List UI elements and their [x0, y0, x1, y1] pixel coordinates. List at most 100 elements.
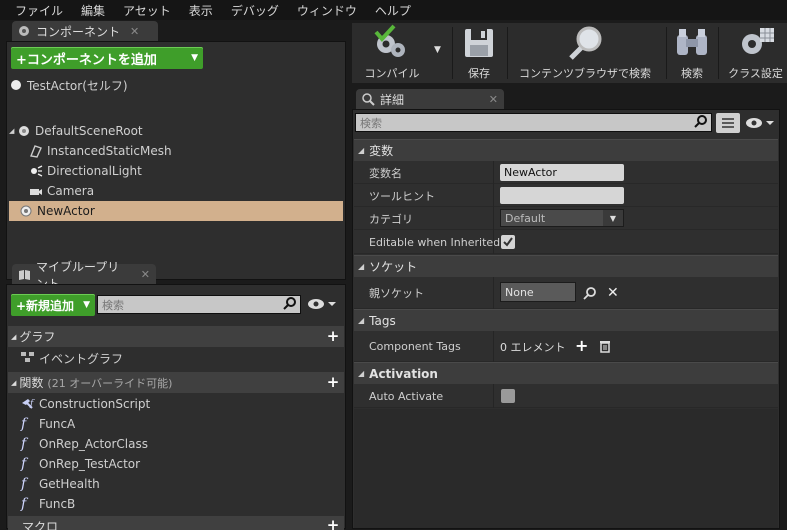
details-panel: 検索 ◢ 変数 変数名 NewActor ツールヒント カテゴリ Default…: [352, 109, 780, 529]
variable-name-row: 変数名 NewActor: [354, 161, 778, 184]
column-divider: [493, 184, 494, 207]
add-macro-button[interactable]: +: [326, 518, 340, 530]
function-icon: f: [21, 456, 27, 472]
check-icon: [503, 237, 513, 247]
svg-text:f: f: [29, 399, 35, 409]
add-new-label: +新規追加: [16, 298, 75, 313]
compile-label: コンパイル: [364, 67, 420, 80]
chevron-down-icon: ◢: [9, 127, 15, 135]
menu-asset[interactable]: アセット: [114, 2, 180, 19]
compile-icon: [370, 23, 414, 63]
function-item[interactable]: f ConstructionScript: [21, 394, 150, 414]
tags-section-header[interactable]: ◢ Tags: [354, 309, 778, 331]
editable-when-inherited-row: Editable when Inherited: [354, 230, 778, 254]
eye-icon[interactable]: [307, 297, 337, 314]
right-column: コンパイル ▼ 保存 コンテンツブラウザで検索 検索 クラス設定 詳細 ✕ 検索…: [350, 20, 787, 529]
tree-label: InstancedStaticMesh: [47, 144, 172, 158]
components-panel: +コンポーネントを追加 ▼ TestActor(セルフ) ◢ DefaultSc…: [6, 41, 346, 280]
class-settings-button[interactable]: クラス設定: [724, 23, 787, 83]
graph-section-header[interactable]: ◢ グラフ +: [8, 326, 344, 347]
menu-edit[interactable]: 編集: [72, 2, 114, 19]
save-icon: [457, 23, 501, 63]
macros-section-header[interactable]: マクロ +: [8, 516, 344, 530]
event-graph-item[interactable]: イベントグラフ: [21, 348, 123, 368]
menu-file[interactable]: ファイル: [6, 2, 72, 19]
tree-item-newactor[interactable]: NewActor: [9, 201, 343, 221]
column-divider: [493, 230, 494, 254]
tree-item-defaultsceneroot[interactable]: ◢ DefaultSceneRoot: [9, 121, 343, 141]
add-graph-button[interactable]: +: [326, 329, 340, 344]
functions-note: (21 オーバーライド可能): [47, 376, 173, 390]
content-browser-button[interactable]: コンテンツブラウザで検索: [510, 23, 660, 83]
details-search-input[interactable]: 検索: [355, 113, 712, 132]
search-icon[interactable]: [583, 286, 597, 303]
chevron-down-icon: ▼: [603, 210, 623, 226]
function-label: FuncA: [39, 417, 76, 431]
tab-components[interactable]: コンポーネント ✕: [12, 21, 158, 42]
tooltip-field[interactable]: [500, 187, 624, 204]
search-label: 検索: [681, 67, 703, 80]
variables-section-label: 変数: [369, 144, 394, 158]
tree-item-instancedstaticmesh[interactable]: InstancedStaticMesh: [9, 141, 343, 161]
compile-button[interactable]: コンパイル: [356, 23, 428, 83]
auto-activate-checkbox[interactable]: [501, 389, 515, 403]
clear-icon[interactable]: ✕: [607, 285, 619, 301]
category-label: カテゴリ: [369, 212, 413, 226]
search-placeholder: 検索: [102, 298, 124, 312]
editable-when-inherited-checkbox[interactable]: [501, 235, 515, 249]
chevron-down-icon: ▼: [83, 300, 90, 310]
tab-my-blueprint[interactable]: マイブループリント ✕: [12, 260, 156, 291]
tree-item-directionallight[interactable]: DirectionalLight: [9, 161, 343, 181]
add-new-button[interactable]: +新規追加 ▼: [11, 294, 95, 316]
activation-section-header[interactable]: ◢ Activation: [354, 362, 778, 384]
chevron-down-icon: ◢: [358, 369, 365, 378]
chevron-down-icon[interactable]: ▼: [434, 45, 441, 55]
close-icon[interactable]: ✕: [130, 25, 139, 38]
variable-name-field[interactable]: NewActor: [500, 164, 624, 181]
tree-label: Camera: [47, 184, 95, 198]
mesh-icon: [29, 144, 43, 158]
parent-socket-label: 親ソケット: [369, 287, 424, 300]
menu-window[interactable]: ウィンドウ: [288, 2, 366, 19]
function-item[interactable]: f FuncA: [21, 414, 75, 434]
tooltip-label: ツールヒント: [369, 189, 435, 203]
category-dropdown[interactable]: Default ▼: [500, 209, 624, 227]
variables-section-header[interactable]: ◢ 変数: [354, 139, 778, 161]
close-icon[interactable]: ✕: [141, 268, 150, 281]
add-function-button[interactable]: +: [326, 375, 340, 390]
functions-section-header[interactable]: ◢ 関数 (21 オーバーライド可能) +: [8, 372, 344, 393]
list-view-icon[interactable]: [716, 113, 740, 133]
trash-icon[interactable]: [599, 339, 611, 356]
function-item[interactable]: f OnRep_TestActor: [21, 454, 140, 474]
eye-icon[interactable]: [745, 116, 775, 133]
tab-details[interactable]: 詳細 ✕: [356, 89, 504, 110]
menu-view[interactable]: 表示: [180, 2, 222, 19]
component-tags-row: Component Tags 0 エレメント +: [354, 331, 778, 362]
save-button[interactable]: 保存: [457, 23, 501, 83]
function-item[interactable]: f OnRep_ActorClass: [21, 434, 148, 454]
function-item[interactable]: f FuncB: [21, 494, 75, 514]
editable-when-inherited-label: Editable when Inherited: [369, 235, 501, 249]
toolbar-divider: [452, 27, 453, 79]
graph-section-label: グラフ: [19, 330, 56, 344]
tree-item-camera[interactable]: Camera: [9, 181, 343, 201]
binoculars-icon: [670, 23, 714, 63]
menu-help[interactable]: ヘルプ: [366, 2, 420, 19]
close-icon[interactable]: ✕: [489, 93, 498, 106]
parent-socket-field[interactable]: None: [500, 282, 576, 302]
socket-section-header[interactable]: ◢ ソケット: [354, 255, 778, 277]
scene-root-icon: [17, 124, 31, 138]
function-item[interactable]: f GetHealth: [21, 474, 100, 494]
components-icon: [18, 25, 31, 38]
class-settings-label: クラス設定: [728, 67, 783, 80]
chevron-down-icon: ◢: [11, 332, 17, 341]
tags-section-label: Tags: [369, 313, 396, 328]
self-row[interactable]: TestActor(セルフ): [9, 75, 343, 95]
menu-debug[interactable]: デバッグ: [222, 2, 288, 19]
add-element-icon[interactable]: +: [575, 336, 588, 355]
blueprint-search-input[interactable]: 検索: [97, 295, 301, 314]
component-tags-count: 0 エレメント: [500, 341, 566, 354]
search-button[interactable]: 検索: [670, 23, 714, 83]
menu-bar: ファイル 編集 アセット 表示 デバッグ ウィンドウ ヘルプ: [0, 0, 787, 20]
add-component-button[interactable]: +コンポーネントを追加 ▼: [11, 47, 203, 69]
